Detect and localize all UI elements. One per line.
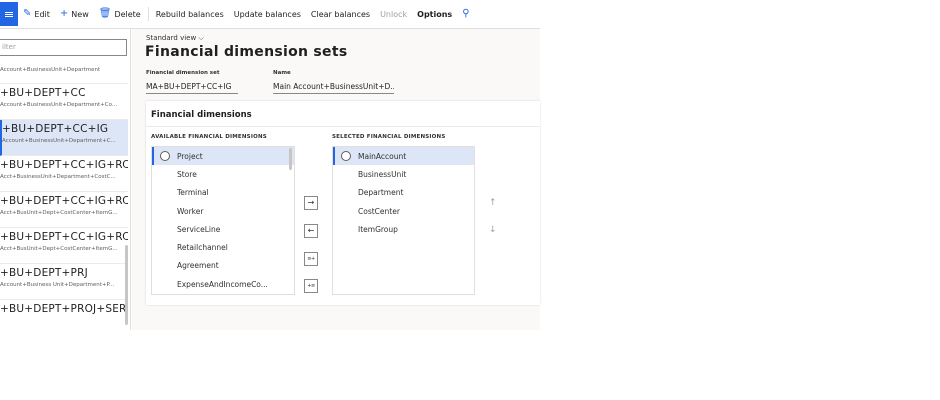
available-item[interactable]: Store <box>152 165 294 183</box>
available-item[interactable]: Agreement <box>152 257 294 275</box>
list-item-subtitle: Account+BusinessUnit+Department+Co... <box>0 102 118 108</box>
add-all-button[interactable]: ≡+ <box>304 252 318 266</box>
delete-label: Delete <box>114 9 141 19</box>
list-item[interactable]: +BU+DEPT+CC+IG+RC+... Acct+BusUnit+Dept+… <box>0 228 128 264</box>
available-item[interactable]: Terminal <box>152 184 294 202</box>
available-list-scrollbar[interactable] <box>289 148 292 170</box>
trash-icon: 🗑 <box>98 8 112 19</box>
available-item-label: Agreement <box>177 261 219 271</box>
list-item-subtitle: Acct+BusUnit+Dept+CostCenter+ItemG... <box>0 246 118 252</box>
available-list: Project Store Terminal Worker ServiceLin… <box>151 146 295 295</box>
list-scrollbar[interactable] <box>125 245 128 325</box>
available-item-label: Worker <box>177 206 204 216</box>
name-field-label: Name <box>273 70 291 76</box>
available-item[interactable]: Worker <box>152 202 294 220</box>
record-list: Account+BusinessUnit+Department +BU+DEPT… <box>0 62 128 330</box>
search-icon: ⚲ <box>462 8 470 19</box>
view-selector-label: Standard view <box>146 34 197 42</box>
available-item[interactable]: Project <box>152 147 294 166</box>
remove-dimension-button[interactable]: ← <box>304 224 318 238</box>
search-button[interactable]: ⚲ <box>457 2 474 26</box>
edit-label: Edit <box>34 9 50 19</box>
pencil-icon: ✎ <box>23 8 32 19</box>
available-item-label: Terminal <box>177 188 209 198</box>
list-item-subtitle: Acct+BusinessUnit+Department+CostC... <box>0 174 116 180</box>
app-window: ✎ Edit + New 🗑 Delete Rebuild balances U… <box>0 0 940 400</box>
selected-item[interactable]: ItemGroup <box>333 220 474 238</box>
list-item-title: +BU+DEPT+CC+IG <box>2 123 109 135</box>
page-title: Financial dimension sets <box>145 44 348 60</box>
toolbar-divider <box>147 7 149 21</box>
list-item[interactable]: +BU+DEPT+PRJ Account+Business Unit+Depar… <box>0 264 128 300</box>
name-field[interactable]: Main Account+BusinessUnit+D... <box>273 82 394 94</box>
selected-item-label: BusinessUnit <box>358 169 407 179</box>
new-button[interactable]: + New <box>55 2 94 26</box>
hamburger-icon <box>5 13 13 15</box>
list-item-title: +BU+DEPT+CC+IG+RC+... <box>0 195 128 207</box>
clear-balances-button[interactable]: Clear balances <box>306 2 375 26</box>
available-item[interactable]: ServiceLine <box>152 220 294 238</box>
new-label: New <box>71 9 89 19</box>
list-item[interactable]: +BU+DEPT+CC+IG+RC+... Acct+BusUnit+Dept+… <box>0 192 128 228</box>
available-item-label: Project <box>177 151 203 161</box>
filter-input[interactable]: ilter <box>0 39 127 56</box>
hamburger-menu-button[interactable] <box>0 2 18 26</box>
list-item-selected[interactable]: +BU+DEPT+CC+IG Account+BusinessUnit+Depa… <box>0 120 128 156</box>
selected-header: SELECTED FINANCIAL DIMENSIONS <box>332 134 446 140</box>
move-up-button[interactable]: ↑ <box>489 198 497 208</box>
selected-list: MainAccount BusinessUnit Department Cost… <box>332 146 475 295</box>
add-dimension-button[interactable]: → <box>304 196 318 210</box>
available-item-label: ServiceLine <box>177 224 221 234</box>
rebuild-balances-button[interactable]: Rebuild balances <box>151 2 229 26</box>
list-item-subtitle: Account+BusinessUnit+Department+C... <box>2 138 116 144</box>
available-item[interactable]: Retailchannel <box>152 238 294 256</box>
set-field-label: Financial dimension set <box>146 70 220 76</box>
set-field[interactable]: MA+BU+DEPT+CC+IG <box>146 82 238 94</box>
selected-item[interactable]: BusinessUnit <box>333 165 474 183</box>
selected-item[interactable]: MainAccount <box>333 147 474 166</box>
available-item-label: Retailchannel <box>177 243 228 253</box>
selected-item-label: CostCenter <box>358 206 400 216</box>
record-list-pane: ilter Account+BusinessUnit+Department +B… <box>0 29 131 330</box>
list-item[interactable]: +BU+DEPT+CC Account+BusinessUnit+Departm… <box>0 84 128 120</box>
chevron-down-icon: ⌵ <box>198 34 204 42</box>
selected-item[interactable]: CostCenter <box>333 202 474 220</box>
list-item-subtitle: Acct+BusUnit+Dept+CostCenter+ItemG... <box>0 210 118 216</box>
action-pane: ✎ Edit + New 🗑 Delete Rebuild balances U… <box>0 0 540 29</box>
list-item-title: +BU+DEPT+CC <box>0 87 86 99</box>
selected-item[interactable]: Department <box>333 184 474 202</box>
radio-icon <box>160 151 170 161</box>
list-item-title: +BU+DEPT+CC+IG+RC+... <box>0 231 128 243</box>
available-header: AVAILABLE FINANCIAL DIMENSIONS <box>151 134 267 140</box>
selected-item-label: MainAccount <box>358 151 407 161</box>
unlock-button[interactable]: Unlock <box>375 2 412 26</box>
available-item-label: Store <box>177 169 197 179</box>
financial-dimensions-card: Financial dimensions AVAILABLE FINANCIAL… <box>146 101 540 305</box>
edit-button[interactable]: ✎ Edit <box>18 2 55 26</box>
list-item-subtitle: Account+BusinessUnit+Department <box>0 67 101 73</box>
list-item-title: +BU+DEPT+CC+IG+RC <box>0 159 128 171</box>
list-item-title: +BU+DEPT+PRJ <box>0 267 88 279</box>
view-selector[interactable]: Standard view ⌵ <box>146 34 204 43</box>
move-down-button[interactable]: ↓ <box>489 225 497 235</box>
card-divider <box>146 126 540 127</box>
plus-icon: + <box>59 8 69 19</box>
delete-button[interactable]: 🗑 Delete <box>94 2 146 26</box>
list-item[interactable]: Account+BusinessUnit+Department <box>0 62 128 84</box>
options-tab[interactable]: Options <box>412 2 457 26</box>
available-item[interactable]: ExpenseAndIncomeCo... <box>152 275 294 293</box>
list-item-title: +BU+DEPT+PROJ+SERV... <box>0 303 128 315</box>
list-item[interactable]: +BU+DEPT+CC+IG+RC Acct+BusinessUnit+Depa… <box>0 156 128 192</box>
selected-item-label: Department <box>358 188 404 198</box>
details-pane: Standard view ⌵ Financial dimension sets… <box>132 29 540 330</box>
selected-item-label: ItemGroup <box>358 224 398 234</box>
update-balances-button[interactable]: Update balances <box>229 2 306 26</box>
list-item[interactable]: +BU+DEPT+PROJ+SERV... <box>0 300 128 330</box>
card-title: Financial dimensions <box>151 110 252 120</box>
radio-icon <box>341 151 351 161</box>
available-item-label: ExpenseAndIncomeCo... <box>177 279 268 289</box>
empty-area <box>0 330 940 400</box>
list-item-subtitle: Account+Business Unit+Department+P... <box>0 282 115 288</box>
remove-all-button[interactable]: +≡ <box>304 279 318 293</box>
